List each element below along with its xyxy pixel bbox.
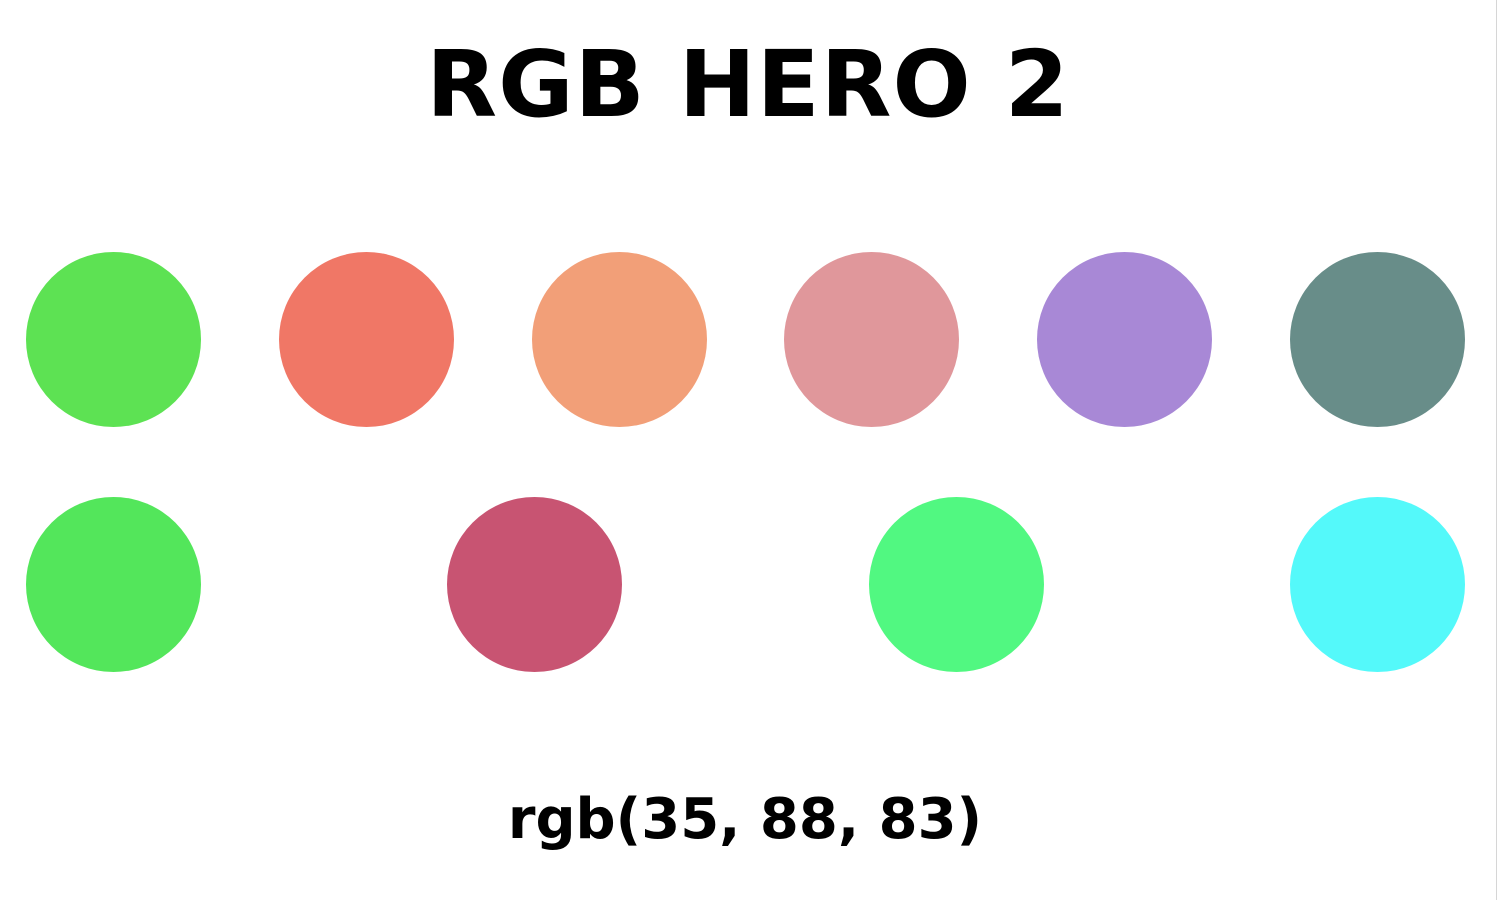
color-circle[interactable] bbox=[1290, 497, 1465, 672]
color-circle[interactable] bbox=[279, 252, 454, 427]
circle-row-2 bbox=[0, 497, 1496, 673]
color-circle[interactable] bbox=[26, 252, 201, 427]
circle-row-1 bbox=[0, 252, 1496, 428]
game-title: RGB HERO 2 bbox=[426, 31, 1070, 138]
color-circle[interactable] bbox=[1290, 252, 1465, 427]
color-circle[interactable] bbox=[784, 252, 959, 427]
color-circle[interactable] bbox=[26, 497, 201, 672]
color-circle[interactable] bbox=[447, 497, 622, 672]
window-edge bbox=[1496, 0, 1501, 900]
target-color-readout: rgb(35, 88, 83) bbox=[507, 787, 983, 852]
color-circle[interactable] bbox=[532, 252, 707, 427]
game-page: RGB HERO 2 rgb(35, 88, 83) bbox=[0, 0, 1496, 900]
color-circle[interactable] bbox=[869, 497, 1044, 672]
color-circle[interactable] bbox=[1037, 252, 1212, 427]
